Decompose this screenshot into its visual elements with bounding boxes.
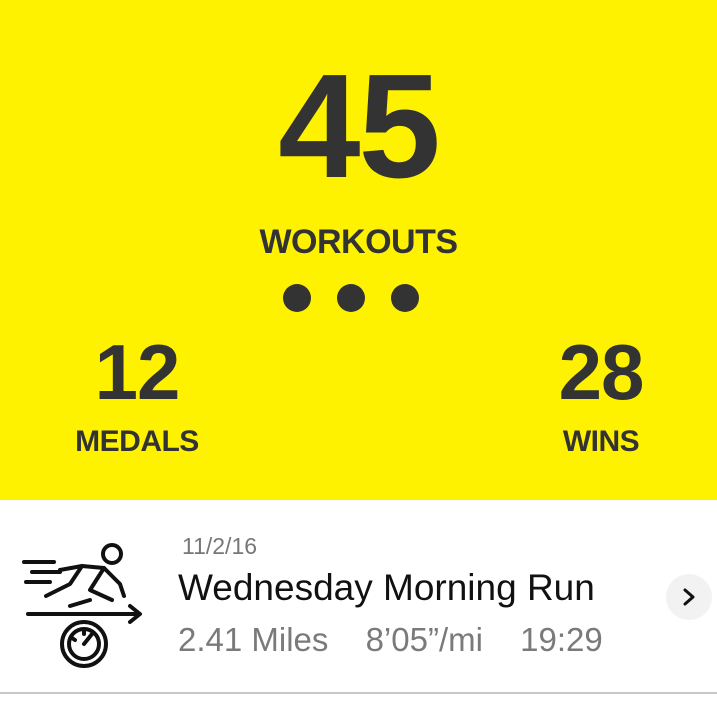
workout-stats: 2.41 Miles 8’05”/mi 19:29 (178, 620, 631, 660)
workout-pace: 8’05”/mi (365, 621, 483, 658)
wins-stat: 28 WINS (526, 332, 676, 460)
workout-distance: 2.41 Miles (178, 621, 329, 658)
chevron-right-icon[interactable] (666, 574, 712, 620)
workout-date: 11/2/16 (182, 533, 258, 559)
wins-label: WINS (562, 425, 640, 458)
app-screen: 45 WORKOUTS 12 MEDALS 28 WINS 11/2/16 We… (0, 0, 717, 717)
dot (391, 284, 419, 312)
workouts-count: 45 (278, 44, 441, 209)
medals-stat: 12 MEDALS (62, 332, 212, 460)
workout-list-item[interactable]: 11/2/16 Wednesday Morning Run 2.41 Miles… (0, 500, 717, 692)
medals-count: 12 (94, 328, 181, 416)
runner-speedometer-icon (22, 543, 142, 668)
workout-duration: 19:29 (520, 621, 603, 658)
medals-label: MEDALS (75, 425, 199, 458)
divider (0, 692, 717, 694)
workout-title: Wednesday Morning Run (178, 567, 595, 608)
summary-panel: 45 WORKOUTS 12 MEDALS 28 WINS (0, 0, 717, 500)
more-dots-icon[interactable] (283, 284, 419, 312)
wins-count: 28 (558, 328, 645, 416)
dot (337, 284, 365, 312)
workouts-label: WORKOUTS (259, 223, 458, 261)
dot (283, 284, 311, 312)
